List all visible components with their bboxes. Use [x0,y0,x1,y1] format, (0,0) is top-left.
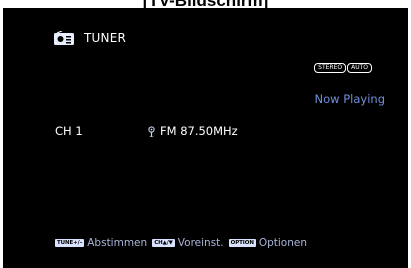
antenna-icon [148,125,155,137]
tune-hint-label: Abstimmen [87,237,148,249]
frequency-display: FM 87.50MHz [147,124,238,138]
mode-badges: STEREO AUTO [314,63,372,73]
source-name: TUNER [84,31,127,45]
auto-badge: AUTO [347,63,372,73]
radio-icon [54,31,74,45]
preset-channel: CH 1 [55,124,83,138]
channel-key: CH▲/▼ [152,239,175,247]
tune-key: TUNE+/– [55,239,85,247]
stereo-badge: STEREO [314,63,347,73]
tv-screen: TUNER STEREO AUTO Now Playing CH 1 FM 87… [3,8,408,268]
button-hints: TUNE+/– Abstimmen CH▲/▼ Voreinst. OPTION… [55,237,312,249]
option-key: OPTION [228,239,256,247]
option-hint-label: Optionen [258,237,307,249]
preset-hint-label: Voreinst. [177,237,224,249]
frequency-value: FM 87.50MHz [160,124,238,138]
playback-status: Now Playing [314,92,385,106]
source-header: TUNER [54,31,126,45]
